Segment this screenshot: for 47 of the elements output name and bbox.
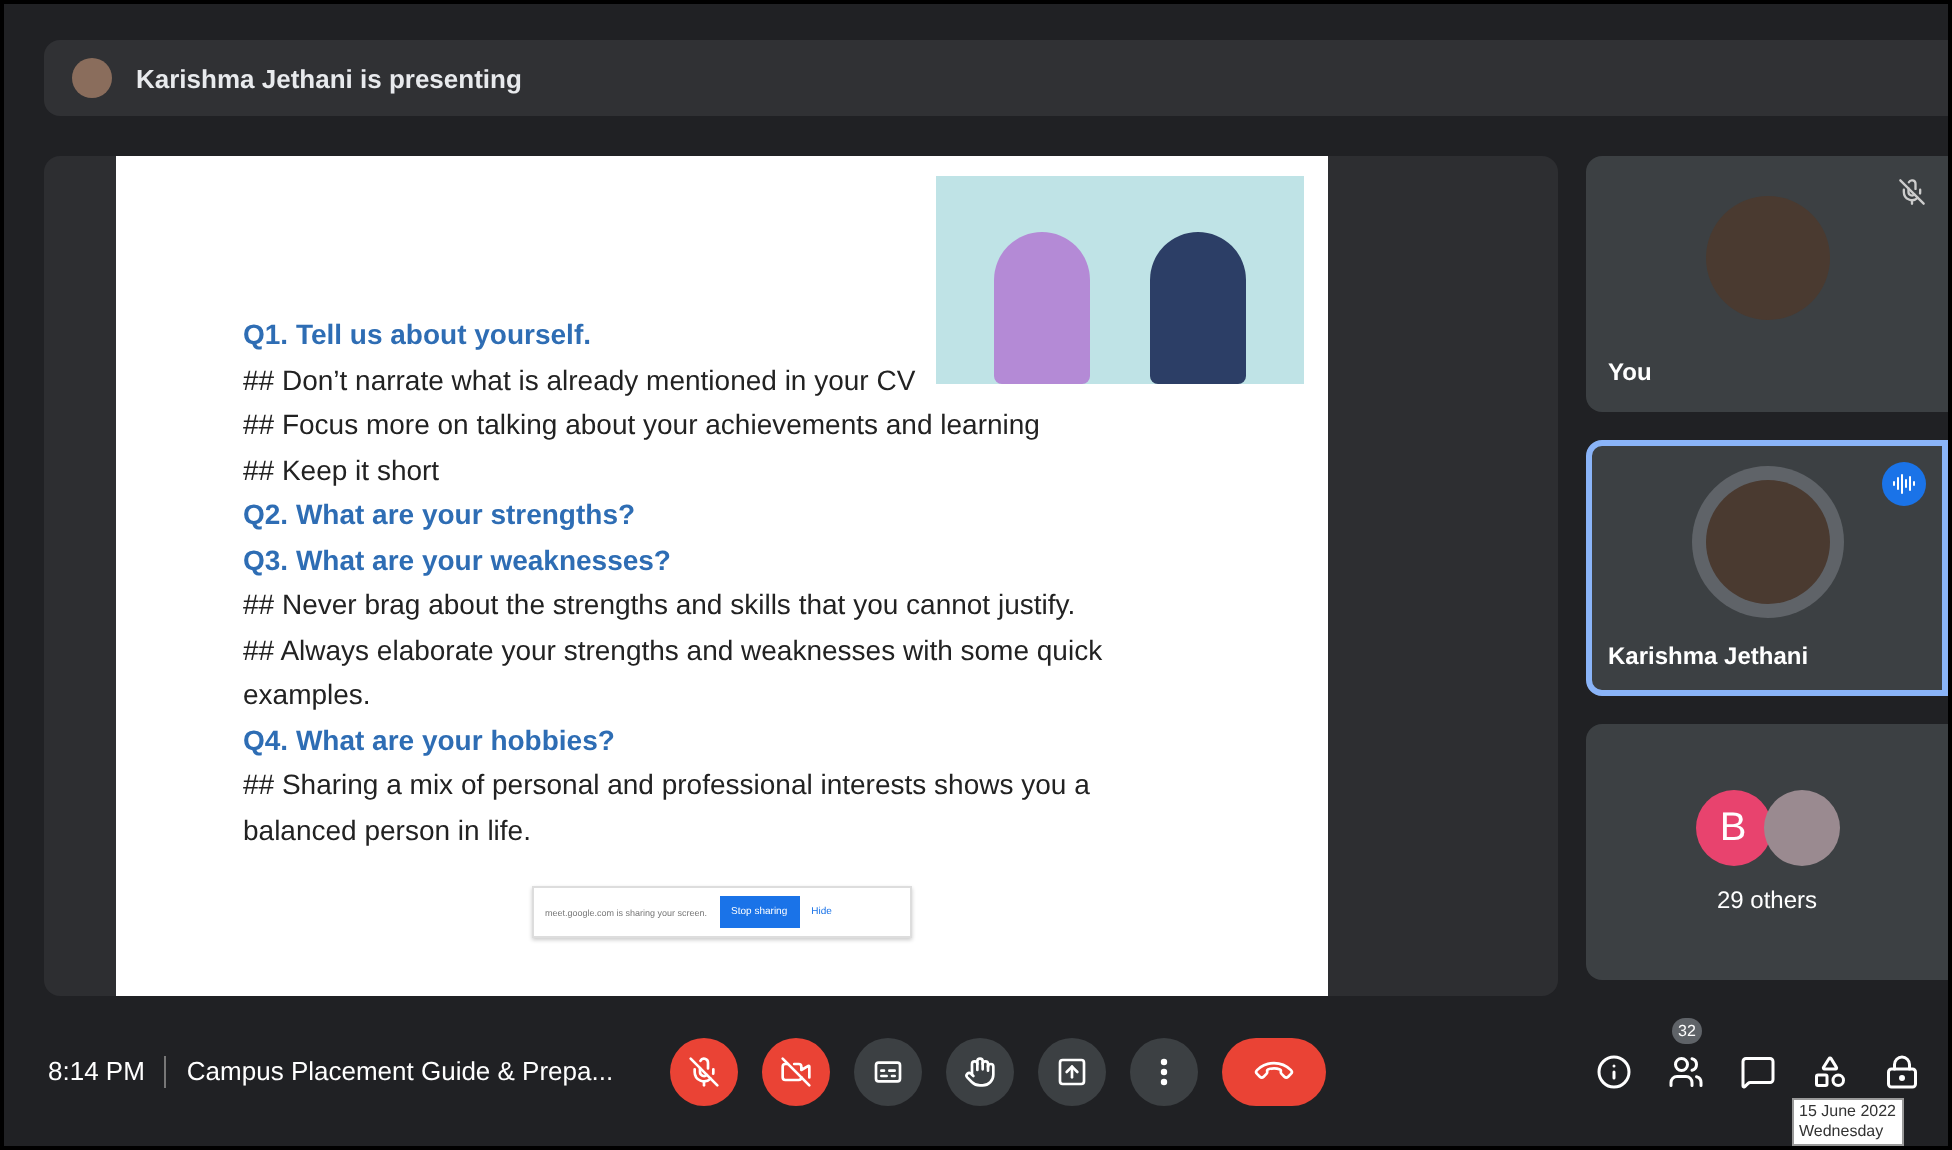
hand-icon [964,1055,997,1087]
muted-icon [1898,178,1926,206]
slide-note: ## Never brag about the strengths and skills that you cannot justify. [243,586,1078,624]
shapes-icon [1812,1053,1848,1089]
clock: 8:14 PM [48,1056,145,1086]
more-icon [1160,1057,1169,1085]
tooltip-day: Wednesday [1799,1122,1896,1142]
avatar [1763,790,1839,866]
slide-note: ## Sharing a mix of personal and professional interests shows you a balanced person in life. [243,766,1092,850]
raise-hand-button[interactable] [946,1037,1015,1105]
camera-button[interactable] [762,1037,831,1105]
info-button[interactable] [1596,1053,1632,1089]
chat-button[interactable] [1740,1053,1776,1089]
slide-note: ## Always elaborate your strengths and weaknesses with some quick examples. [243,631,1105,714]
meeting-title: Campus Placement Guide & Prepa... [186,1056,616,1086]
lock-icon [1884,1053,1920,1089]
present-icon [1056,1055,1089,1087]
participant-name: You [1608,358,1652,386]
chat-icon [1740,1053,1776,1089]
camera-off-icon [780,1055,813,1087]
avatar [72,58,112,98]
tooltip-date: 15 June 2022 [1799,1102,1896,1122]
slide-note: ## Focus more on talking about your achievements and learning [243,406,1042,444]
microphone-off-icon [688,1055,721,1087]
more-options-button[interactable] [1130,1037,1199,1105]
speaking-indicator [1882,462,1926,506]
slide-question: Q3. What are your weaknesses? [243,541,673,580]
presenting-text: Karishma Jethani is presenting [136,63,522,93]
host-controls-button[interactable] [1884,1053,1920,1089]
captions-icon [872,1055,905,1087]
captions-button[interactable] [854,1037,923,1105]
avatar [1705,480,1829,604]
activities-button[interactable] [1812,1053,1848,1089]
leave-call-button[interactable] [1222,1037,1327,1105]
present-button[interactable] [1038,1037,1107,1105]
slide-question: Q4. What are your hobbies? [243,721,617,760]
slide-note: ## Keep it short [243,451,442,490]
participant-name: Karishma Jethani [1608,642,1809,670]
slide-note: ## Don’t narrate what is already mentioned in your CV [243,361,918,400]
info-icon [1596,1053,1632,1089]
slide-question: Q2. What are your strengths? [243,496,638,534]
slide-question: Q1. Tell us about yourself. [243,316,593,354]
letter-avatar: B [1695,790,1771,866]
people-count: 32 [1672,1017,1702,1043]
microphone-button[interactable] [670,1037,739,1105]
people-icon [1668,1053,1704,1089]
others-count: 29 others [1716,886,1818,914]
